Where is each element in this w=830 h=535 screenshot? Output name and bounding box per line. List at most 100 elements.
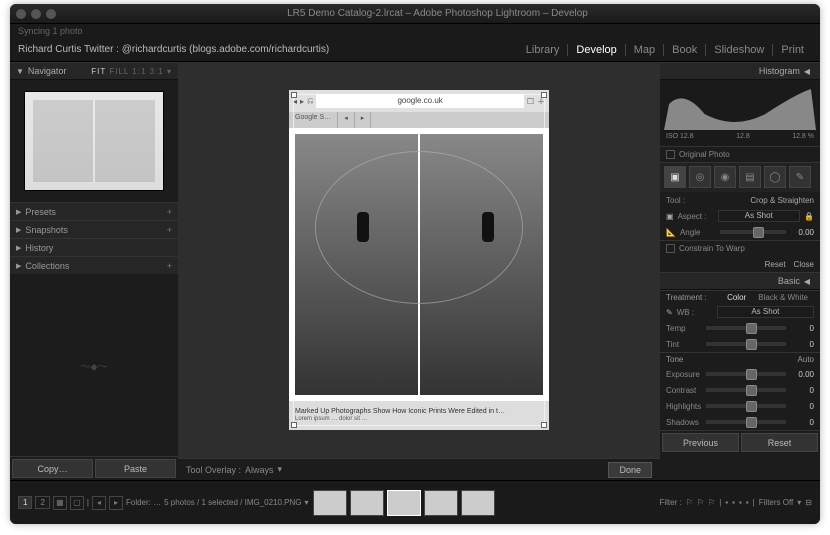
spot-tool-icon[interactable]: ◎	[689, 166, 711, 188]
crop-tool-icon[interactable]: ▣	[664, 166, 686, 188]
flag-filter-icon[interactable]: ⚐	[708, 498, 715, 507]
flag-filter-icon[interactable]: ⚐	[686, 498, 693, 507]
previous-button[interactable]: Previous	[662, 433, 739, 452]
highlights-label: Highlights	[666, 402, 702, 411]
module-library[interactable]: Library	[518, 44, 569, 56]
wb-dropdown[interactable]: As Shot	[717, 306, 814, 318]
zoom-window-button[interactable]	[46, 9, 56, 19]
contrast-value[interactable]: 0	[790, 386, 814, 395]
module-print[interactable]: Print	[773, 44, 812, 56]
panel-ornament: ～⬥～	[10, 274, 178, 456]
close-window-button[interactable]	[16, 9, 26, 19]
navigator-label: Navigator	[28, 66, 67, 76]
tool-overlay-mode[interactable]: Always	[245, 465, 274, 475]
temp-slider[interactable]	[706, 326, 786, 330]
wb-label: WB :	[677, 308, 713, 317]
module-develop[interactable]: Develop	[568, 44, 625, 56]
window-title: LR5 Demo Catalog-2.lrcat – Adobe Photosh…	[61, 8, 814, 19]
exposure-slider[interactable]	[706, 372, 786, 376]
shadows-slider[interactable]	[706, 420, 786, 424]
brush-tool-icon[interactable]: ✎	[789, 166, 811, 188]
angle-slider[interactable]	[720, 230, 786, 234]
minimize-window-button[interactable]	[31, 9, 41, 19]
original-checkbox[interactable]	[666, 150, 675, 159]
back-icon[interactable]: ◂	[92, 496, 106, 510]
thumbnail[interactable]	[387, 490, 421, 516]
aspect-dropdown[interactable]: As Shot	[718, 210, 800, 222]
disclosure-icon: ▼	[16, 67, 24, 76]
snapshots-section[interactable]: ▶Snapshots+	[10, 220, 178, 238]
navigator-header[interactable]: ▼ Navigator FIT FILL 1:1 3:1 ▾	[10, 62, 178, 80]
wb-picker-icon[interactable]: ✎	[666, 308, 673, 317]
thumbnail[interactable]	[461, 490, 495, 516]
angle-icon[interactable]: 📐	[666, 228, 676, 237]
radial-tool-icon[interactable]: ◯	[764, 166, 786, 188]
history-section[interactable]: ▶History	[10, 238, 178, 256]
copy-button[interactable]: Copy…	[12, 459, 93, 478]
crop-handle[interactable]	[541, 92, 547, 98]
histogram-header[interactable]: Histogram ◀	[660, 62, 820, 80]
redeye-tool-icon[interactable]: ◉	[714, 166, 736, 188]
crop-handle[interactable]	[291, 422, 297, 428]
top-bar: Richard Curtis Twitter : @richardcurtis …	[10, 38, 820, 62]
image-preview[interactable]: ◂▸⎌ google.co.uk ☐＋ Google S…◂▸ Marked U…	[289, 90, 549, 430]
aspect-label: Aspect :	[678, 212, 714, 221]
crop-reset[interactable]: Reset	[765, 260, 786, 269]
center-canvas: ◂▸⎌ google.co.uk ☐＋ Google S…◂▸ Marked U…	[178, 62, 660, 480]
module-map[interactable]: Map	[626, 44, 664, 56]
exposure-value[interactable]: 0.00	[790, 370, 814, 379]
crop-close[interactable]: Close	[794, 260, 814, 269]
original-photo-label: Original Photo	[679, 150, 730, 159]
tint-value[interactable]: 0	[790, 340, 814, 349]
aspect-lock-icon[interactable]: 🔒	[804, 212, 814, 221]
crop-handle[interactable]	[291, 92, 297, 98]
tool-strip: ▣ ◎ ◉ ▤ ◯ ✎	[660, 162, 820, 192]
crop-icon[interactable]: ▣	[666, 212, 674, 221]
done-button[interactable]: Done	[608, 462, 652, 478]
module-book[interactable]: Book	[664, 44, 706, 56]
module-picker: Library Develop Map Book Slideshow Print	[518, 44, 812, 56]
constrain-checkbox[interactable]	[666, 244, 675, 253]
gradient-tool-icon[interactable]: ▤	[739, 166, 761, 188]
shadows-label: Shadows	[666, 418, 702, 427]
color-filter-icon[interactable]: ▪	[739, 498, 742, 507]
screen-1[interactable]: 1	[18, 496, 32, 509]
navigator-preview[interactable]	[10, 80, 178, 202]
flag-filter-icon[interactable]: ⚐	[697, 498, 704, 507]
thumbnail[interactable]	[350, 490, 384, 516]
temp-value[interactable]: 0	[790, 324, 814, 333]
tool-name: Crop & Straighten	[750, 196, 814, 205]
color-filter-icon[interactable]: ▪	[746, 498, 749, 507]
presets-section[interactable]: ▶Presets+	[10, 202, 178, 220]
treatment-toggle[interactable]: ColorBlack & White	[721, 292, 814, 303]
loupe-icon[interactable]: ▢	[70, 496, 84, 510]
histogram[interactable]: ISO 12.812.812.8 %	[660, 80, 820, 146]
thumbnail[interactable]	[424, 490, 458, 516]
screen-2[interactable]: 2	[35, 496, 49, 509]
highlights-value[interactable]: 0	[790, 402, 814, 411]
grid-icon[interactable]: ▦	[53, 496, 67, 510]
forward-icon[interactable]: ▸	[109, 496, 123, 510]
basic-header[interactable]: Basic◀	[660, 272, 820, 290]
auto-tone[interactable]: Auto	[798, 355, 814, 364]
filter-lock-icon[interactable]: ⊟	[805, 498, 812, 507]
color-filter-icon[interactable]: ▪	[732, 498, 735, 507]
contrast-slider[interactable]	[706, 388, 786, 392]
collections-section[interactable]: ▶Collections+	[10, 256, 178, 274]
reset-button[interactable]: Reset	[741, 433, 818, 452]
navigator-zoom-modes[interactable]: FIT FILL 1:1 3:1 ▾	[91, 67, 172, 76]
shadows-value[interactable]: 0	[790, 418, 814, 427]
filters-off[interactable]: Filters Off	[759, 498, 794, 507]
tint-slider[interactable]	[706, 342, 786, 346]
highlights-slider[interactable]	[706, 404, 786, 408]
module-slideshow[interactable]: Slideshow	[706, 44, 773, 56]
crop-handle[interactable]	[541, 422, 547, 428]
folder-label[interactable]: Folder: …	[126, 498, 161, 507]
color-filter-icon[interactable]: ▪	[725, 498, 728, 507]
identity-plate: Richard Curtis Twitter : @richardcurtis …	[18, 44, 329, 55]
angle-value[interactable]: 0.00	[790, 228, 814, 237]
temp-label: Temp	[666, 324, 702, 333]
thumbnail[interactable]	[313, 490, 347, 516]
paste-button[interactable]: Paste	[95, 459, 176, 478]
contrast-label: Contrast	[666, 386, 702, 395]
